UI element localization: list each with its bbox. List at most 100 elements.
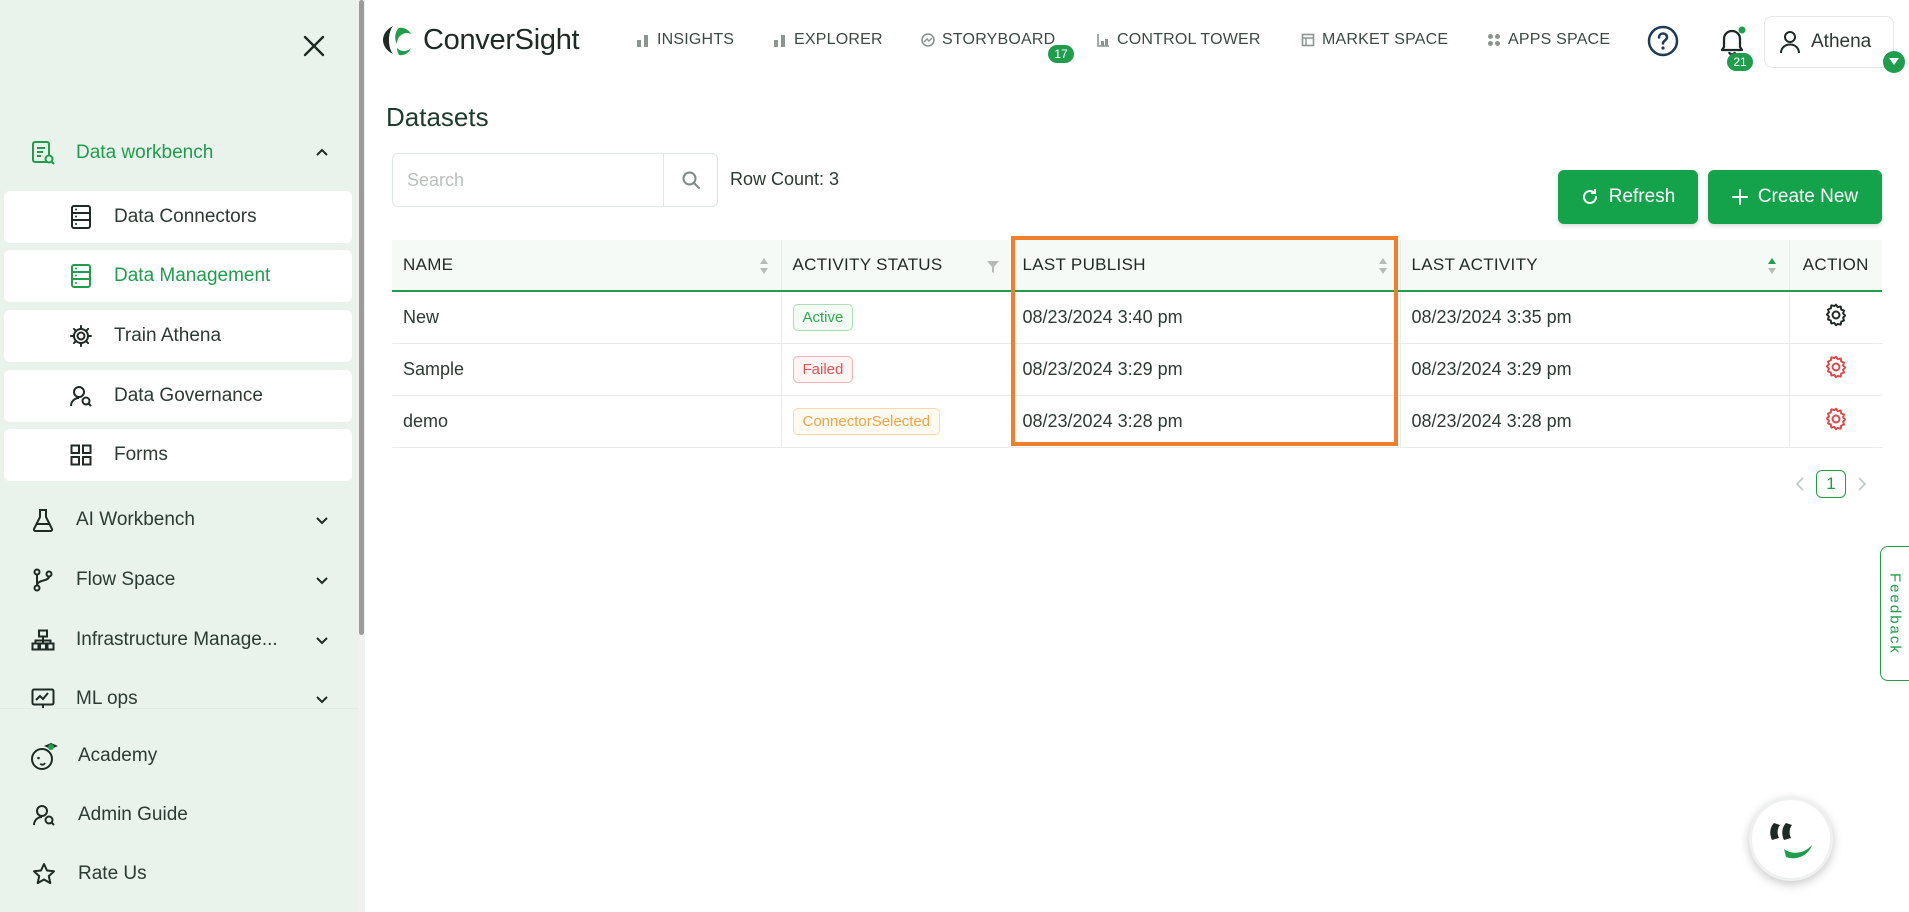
nav-explorer[interactable]: EXPLORER (772, 27, 883, 53)
search-button[interactable] (663, 154, 717, 206)
last-publish: 08/23/2024 3:29 pm (1011, 343, 1401, 396)
last-activity: 08/23/2024 3:35 pm (1400, 291, 1790, 344)
search-input[interactable] (393, 154, 663, 206)
plus-icon (1731, 189, 1748, 205)
user-search-icon (68, 383, 94, 409)
search-box (392, 153, 718, 207)
action-cell (1789, 395, 1882, 448)
server-icon (68, 204, 94, 230)
notifications-count-badge: 21 (1727, 53, 1753, 71)
sidebar-scrollbar[interactable] (358, 0, 365, 912)
table-row[interactable]: New Active 08/23/2024 3:40 pm 08/23/2024… (392, 291, 1882, 344)
nav-storyboard[interactable]: STORYBOARD (920, 27, 1055, 53)
table-header-row: NAME ACTIVITY STATUS LAST PUBLISH LAST A… (392, 240, 1882, 292)
sidebar-item-label: Forms (114, 444, 168, 465)
sidebar-footer: Academy Admin Guide Rate Us (0, 708, 358, 912)
sidebar-group-infrastructure[interactable]: Infrastructure Manage... (30, 620, 340, 660)
table-row[interactable]: Sample Failed 08/23/2024 3:29 pm 08/23/2… (392, 343, 1882, 396)
sidebar-group-data-workbench[interactable]: Data workbench (30, 133, 340, 173)
sidebar-item-admin-guide[interactable]: Admin Guide (30, 795, 188, 835)
gear-icon (1825, 407, 1846, 430)
chevron-right-icon (1858, 477, 1867, 491)
sidebar-group-label: AI Workbench (76, 509, 195, 530)
sidebar-item-data-management[interactable]: Data Management (4, 250, 352, 302)
sidebar-item-train-athena[interactable]: Train Athena (4, 310, 352, 362)
nav-insights[interactable]: INSIGHTS (635, 27, 734, 53)
sidebar-item-academy[interactable]: Academy (30, 736, 157, 776)
row-settings-button[interactable] (1823, 406, 1849, 432)
user-dropdown-toggle[interactable] (1883, 51, 1905, 73)
feedback-tab[interactable]: Feedback (1880, 546, 1909, 681)
scrollbar-thumb[interactable] (359, 0, 364, 635)
top-navigation: ConverSight INSIGHTS EXPLORER STORYBOARD… (365, 0, 1909, 84)
sidebar-group-label: Infrastructure Manage... (76, 629, 278, 650)
market-icon (1300, 32, 1316, 48)
sidebar-item-rate-us[interactable]: Rate Us (30, 854, 147, 894)
sidebar-group-ai-workbench[interactable]: AI Workbench (30, 500, 340, 540)
column-header-last-activity[interactable]: LAST ACTIVITY (1400, 240, 1790, 292)
sidebar-item-label: Admin Guide (78, 804, 188, 825)
apps-icon (1486, 32, 1502, 48)
chevron-left-icon (1795, 477, 1804, 491)
status-badge: ConnectorSelected (792, 407, 941, 435)
pagination: 1 (1790, 470, 1872, 498)
user-menu-button[interactable]: Athena (1764, 16, 1894, 68)
sidebar-item-label: Data Governance (114, 385, 263, 406)
dataset-name[interactable]: demo (392, 395, 782, 448)
sidebar: Data workbench Data Connectors Data Mana… (0, 0, 358, 912)
column-header-activity-status[interactable]: ACTIVITY STATUS (781, 240, 1012, 292)
column-header-action: ACTION (1789, 240, 1882, 292)
nav-label: INSIGHTS (657, 31, 735, 48)
user-icon (1780, 31, 1800, 54)
admin-user-icon (30, 801, 58, 829)
chevron-down-icon (312, 630, 332, 650)
chevron-down-icon (312, 570, 332, 590)
page-number-button[interactable]: 1 (1816, 470, 1846, 498)
nav-market-space[interactable]: MARKET SPACE (1300, 27, 1448, 53)
brand-logo[interactable]: ConverSight (377, 18, 580, 62)
sort-icon[interactable] (1378, 256, 1388, 276)
create-new-label: Create New (1757, 186, 1859, 207)
nav-control-tower[interactable]: CONTROL TOWER (1095, 27, 1261, 53)
academy-icon (30, 742, 58, 770)
sort-icon[interactable] (759, 256, 769, 276)
sort-ascending-icon[interactable] (1767, 256, 1777, 276)
gear-icon (68, 323, 94, 349)
dataset-name[interactable]: New (392, 291, 782, 344)
column-header-label: LAST PUBLISH (1022, 255, 1146, 274)
flow-branch-icon (30, 567, 56, 593)
table-row[interactable]: demo ConnectorSelected 08/23/2024 3:28 p… (392, 395, 1882, 448)
gear-icon (1825, 355, 1846, 378)
column-header-name[interactable]: NAME (392, 240, 782, 292)
help-button[interactable] (1646, 24, 1680, 58)
flask-icon (30, 507, 56, 533)
search-icon (682, 171, 700, 189)
refresh-button[interactable]: Refresh (1558, 170, 1698, 224)
close-sidebar-button[interactable] (296, 28, 332, 64)
sidebar-item-forms[interactable]: Forms (4, 429, 352, 481)
nav-label: APPS SPACE (1508, 31, 1611, 48)
dataset-name[interactable]: Sample (392, 343, 782, 396)
create-new-button[interactable]: Create New (1708, 170, 1882, 224)
filter-icon[interactable] (986, 256, 999, 276)
row-settings-button[interactable] (1823, 302, 1849, 328)
page-title: Datasets (386, 102, 489, 132)
nav-apps-space[interactable]: APPS SPACE (1486, 27, 1610, 53)
next-page-button[interactable] (1852, 470, 1872, 498)
sidebar-item-data-governance[interactable]: Data Governance (4, 370, 352, 422)
chat-assistant-button[interactable] (1749, 797, 1833, 881)
hierarchy-icon (30, 627, 56, 653)
sidebar-group-label: Data workbench (76, 142, 214, 163)
last-activity: 08/23/2024 3:28 pm (1400, 395, 1790, 448)
column-header-last-publish[interactable]: LAST PUBLISH (1011, 240, 1401, 292)
row-settings-button[interactable] (1823, 354, 1849, 380)
status-cell: Failed (781, 343, 1012, 396)
sidebar-item-label: Data Management (114, 265, 271, 286)
column-header-label: NAME (403, 255, 454, 274)
sidebar-group-flow-space[interactable]: Flow Space (30, 560, 340, 600)
feedback-label: Feedback (1886, 572, 1904, 655)
column-header-label: ACTION (1802, 255, 1869, 274)
prev-page-button[interactable] (1790, 470, 1810, 498)
sidebar-item-data-connectors[interactable]: Data Connectors (4, 191, 352, 243)
server-icon (68, 263, 94, 289)
